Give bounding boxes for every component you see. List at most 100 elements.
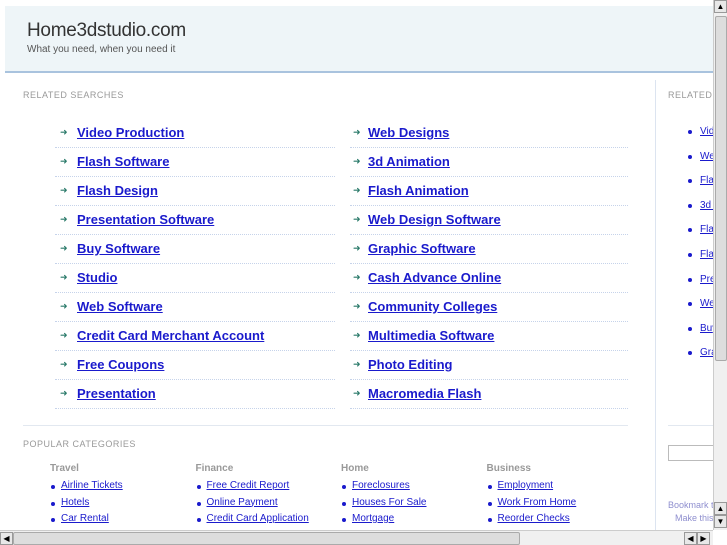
category-link[interactable]: Free Credit Report <box>207 480 290 491</box>
sidebar-item[interactable]: Presentation Software <box>668 274 713 290</box>
related-search-link[interactable]: Cash Advance Online <box>368 270 501 285</box>
sidebar-item[interactable]: 3d Animation <box>668 200 713 216</box>
related-search-link[interactable]: Graphic Software <box>368 241 476 256</box>
related-search-link[interactable]: Macromedia Flash <box>368 386 481 401</box>
arrow-bullet-icon: ➜ <box>353 127 361 137</box>
category-link[interactable]: Online Payment <box>207 497 278 508</box>
related-search-link[interactable]: Web Software <box>77 299 163 314</box>
arrow-bullet-icon: ➜ <box>60 359 68 369</box>
sidebar-link[interactable]: Presentation Software <box>700 274 713 285</box>
related-search-link[interactable]: Presentation <box>77 386 156 401</box>
sidebar-link[interactable]: 3d Animation <box>700 200 713 211</box>
bullet-icon <box>688 154 692 159</box>
bookmark-link[interactable]: Bookmark this page <box>668 500 713 510</box>
scroll-left-icon[interactable]: ◀ <box>0 532 13 545</box>
sidebar-item[interactable]: Flash Animation <box>668 249 713 265</box>
arrow-bullet-icon: ➜ <box>353 301 361 311</box>
sidebar-item[interactable]: Buy Software <box>668 323 713 339</box>
bullet-icon <box>51 485 55 489</box>
related-search-link[interactable]: Flash Design <box>77 183 158 198</box>
related-search-link[interactable]: Community Colleges <box>368 299 497 314</box>
site-header: Home3dstudio.com What you need, when you… <box>5 6 713 73</box>
vertical-scrollbar[interactable]: ▲ ▲ ▼ <box>713 0 727 530</box>
related-search-link[interactable]: Multimedia Software <box>368 328 494 343</box>
sidebar-item[interactable]: Video Production <box>668 126 713 142</box>
category-heading: Business <box>486 463 531 474</box>
sidebar-link[interactable]: Flash Software <box>700 175 713 186</box>
related-search-link[interactable]: Flash Software <box>77 154 169 169</box>
related-search-link[interactable]: Buy Software <box>77 241 160 256</box>
scroll-up-icon[interactable]: ▲ <box>714 502 727 515</box>
arrow-bullet-icon: ➜ <box>353 359 361 369</box>
sidebar-item[interactable]: Web Design Software <box>668 298 713 314</box>
horizontal-scroll-thumb[interactable] <box>13 532 520 545</box>
category-link[interactable]: Work From Home <box>498 497 577 508</box>
arrow-bullet-icon: ➜ <box>353 272 361 282</box>
bullet-icon <box>342 485 346 489</box>
scroll-down-icon[interactable]: ▼ <box>714 515 727 528</box>
bullet-icon <box>196 485 201 489</box>
bullet-icon <box>688 130 692 134</box>
make-homepage-link[interactable]: Make this your homepage <box>675 513 713 523</box>
category-link[interactable]: Houses For Sale <box>352 497 426 508</box>
sidebar-divider-h <box>668 425 713 426</box>
related-search-link[interactable]: Video Production <box>77 125 184 140</box>
related-search-link[interactable]: Credit Card Merchant Account <box>77 328 264 343</box>
arrow-bullet-icon: ➜ <box>60 301 68 311</box>
vertical-scroll-thumb[interactable] <box>715 16 727 361</box>
category-heading: Finance <box>195 463 234 474</box>
related-search-link[interactable]: Studio <box>77 270 117 285</box>
category-heading: Home <box>341 463 369 474</box>
search-input[interactable] <box>668 445 713 461</box>
arrow-bullet-icon: ➜ <box>60 156 68 166</box>
bullet-icon <box>51 518 55 522</box>
bullet-icon <box>688 228 692 233</box>
arrow-bullet-icon: ➜ <box>60 185 68 195</box>
bullet-icon <box>196 518 201 522</box>
related-search-link[interactable]: 3d Animation <box>368 154 450 169</box>
arrow-bullet-icon: ➜ <box>60 330 68 340</box>
sidebar-link[interactable]: Web Designs <box>700 151 713 162</box>
divider <box>23 425 628 426</box>
scroll-left-icon[interactable]: ◀ <box>684 532 697 545</box>
category-link[interactable]: Reorder Checks <box>498 513 570 524</box>
horizontal-scrollbar[interactable]: ◀ ◀ ▶ <box>0 530 713 545</box>
related-search-link[interactable]: Photo Editing <box>368 357 452 372</box>
arrow-bullet-icon: ➜ <box>353 243 361 253</box>
bullet-icon <box>196 501 201 506</box>
related-search-link[interactable]: Web Design Software <box>368 212 501 227</box>
related-search-link[interactable]: Flash Animation <box>368 183 469 198</box>
sidebar-item[interactable]: Flash Design <box>668 224 713 240</box>
related-search-link[interactable]: Presentation Software <box>77 212 214 227</box>
category-link[interactable]: Hotels <box>61 497 89 508</box>
category-link[interactable]: Car Rental <box>61 513 109 524</box>
sidebar-item[interactable]: Web Designs <box>668 151 713 167</box>
sidebar-link[interactable]: Graphic Software <box>700 347 713 358</box>
bullet-icon <box>688 253 692 257</box>
sidebar-divider <box>655 80 656 540</box>
category-link[interactable]: Foreclosures <box>352 480 410 491</box>
sidebar-item[interactable]: Flash Software <box>668 175 713 191</box>
bullet-icon <box>688 277 692 282</box>
bullet-icon <box>688 351 692 356</box>
sidebar-link[interactable]: Buy Software <box>700 323 713 334</box>
sidebar-item[interactable]: Graphic Software <box>668 347 713 363</box>
related-search-link[interactable]: Web Designs <box>368 125 449 140</box>
sidebar-link[interactable]: Web Design Software <box>700 298 713 309</box>
bullet-icon <box>487 485 492 489</box>
category-link[interactable]: Employment <box>498 480 554 491</box>
sidebar-link[interactable]: Video Production <box>700 126 713 137</box>
sidebar-link[interactable]: Flash Animation <box>700 249 713 260</box>
related-search-link[interactable]: Free Coupons <box>77 357 164 372</box>
sidebar-link[interactable]: Flash Design <box>700 224 713 235</box>
arrow-bullet-icon: ➜ <box>60 272 68 282</box>
category-link[interactable]: Airline Tickets <box>61 480 123 491</box>
category-link[interactable]: Credit Card Application <box>207 513 309 524</box>
bullet-icon <box>51 501 55 506</box>
bullet-icon <box>342 518 346 522</box>
scroll-up-icon[interactable]: ▲ <box>714 0 727 13</box>
category-link[interactable]: Mortgage <box>352 513 394 524</box>
arrow-bullet-icon: ➜ <box>60 388 68 398</box>
site-tagline: What you need, when you need it <box>27 44 176 55</box>
scroll-right-icon[interactable]: ▶ <box>697 532 710 545</box>
